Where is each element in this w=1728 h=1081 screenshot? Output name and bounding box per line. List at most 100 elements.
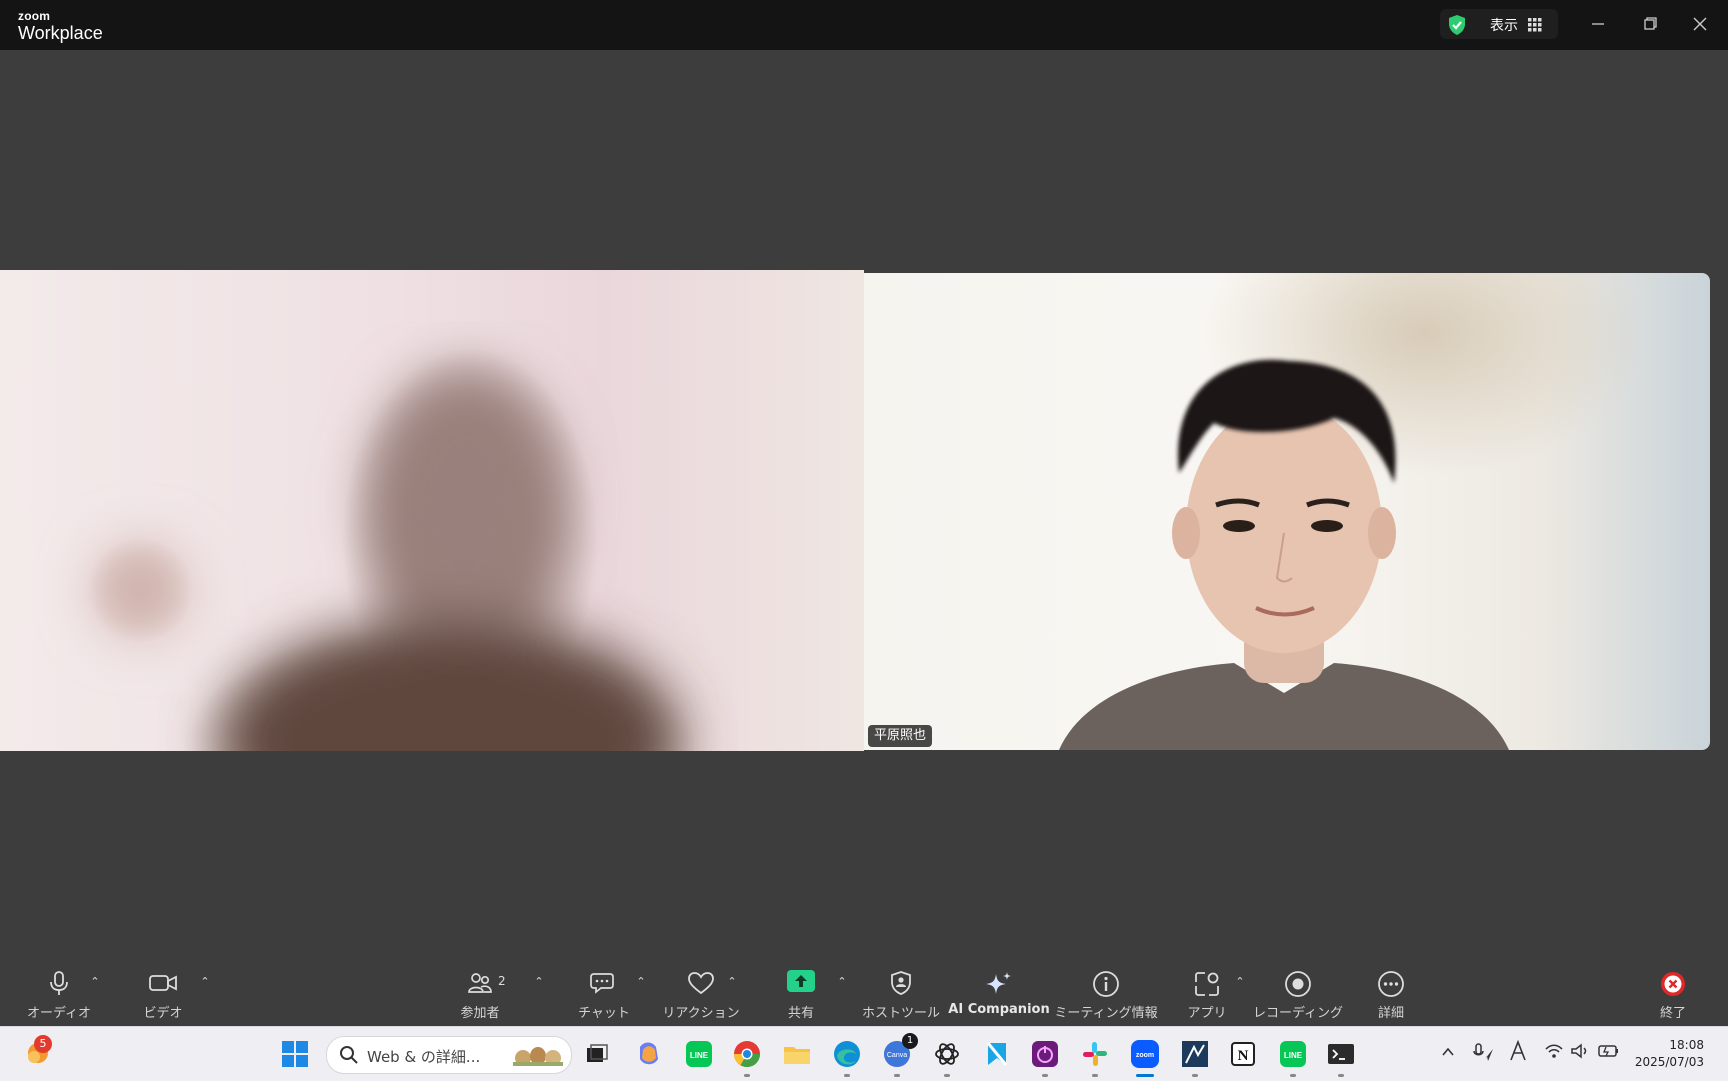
audio-options-chevron-icon[interactable]: ⌃: [88, 976, 102, 988]
taskbar-search-box[interactable]: Web & の詳細...: [326, 1036, 572, 1074]
meeting-info-label: ミーティング情報: [1054, 1006, 1158, 1021]
battery-icon[interactable]: [1598, 1043, 1620, 1063]
minimize-button[interactable]: [1586, 12, 1610, 36]
recording-button[interactable]: レコーディング: [1253, 962, 1343, 1026]
tray-overflow-chevron-icon[interactable]: [1440, 1044, 1456, 1064]
more-button[interactable]: 詳細: [1370, 962, 1412, 1026]
host-tools-button[interactable]: ホストツール: [862, 962, 940, 1026]
svg-text:N: N: [1238, 1048, 1249, 1064]
sparkle-icon: [985, 970, 1013, 1002]
search-icon: [339, 1045, 359, 1069]
participant-video-left[interactable]: [0, 270, 864, 751]
video-button[interactable]: ビデオ: [136, 962, 190, 1026]
reactions-label: リアクション: [662, 1006, 740, 1021]
windows-taskbar: 5 Web & の詳細... LINE Canva 1 zoom N LINE …: [0, 1026, 1728, 1081]
copilot-icon[interactable]: [634, 1039, 664, 1069]
participants-options-chevron-icon[interactable]: ⌃: [532, 976, 546, 988]
meeting-info-button[interactable]: ミーティング情報: [1054, 962, 1158, 1026]
host-tools-label: ホストツール: [861, 1006, 941, 1021]
view-label: 表示: [1490, 18, 1518, 34]
line-app-icon-2[interactable]: LINE: [1278, 1039, 1308, 1077]
zoom-taskbar-icon[interactable]: zoom: [1130, 1039, 1160, 1077]
bookmark-app-icon[interactable]: [982, 1039, 1012, 1069]
drawing-app-icon[interactable]: [1180, 1039, 1210, 1077]
video-camera-icon: [148, 970, 178, 1000]
end-label: 終了: [1659, 1006, 1687, 1021]
info-icon: [1092, 970, 1120, 1002]
meeting-toolbar: オーディオ ⌃ ビデオ ⌃ 参加者 2 ⌃ チャット ⌃ リアクション ⌃ 共有…: [0, 962, 1728, 1026]
participants-icon: [467, 970, 493, 1000]
apps-label: アプリ: [1187, 1006, 1227, 1021]
chrome-icon[interactable]: [732, 1039, 762, 1077]
ai-companion-label: AI Companion: [948, 1002, 1050, 1017]
widget-notification-badge: 5: [34, 1035, 52, 1053]
audio-button[interactable]: オーディオ: [26, 962, 92, 1026]
windows-start-icon[interactable]: [280, 1039, 310, 1069]
grid-view-icon: [1528, 17, 1542, 36]
svg-text:zoom: zoom: [1136, 1052, 1154, 1059]
power-app-icon[interactable]: [1030, 1039, 1060, 1077]
view-button[interactable]: 表示: [1440, 9, 1558, 39]
logo-zoom-text: zoom: [18, 9, 51, 23]
participants-count: 2: [498, 974, 506, 988]
encryption-shield-icon[interactable]: [1446, 14, 1468, 40]
host-tools-shield-icon: [889, 970, 913, 1000]
clock-time: 18:08: [1669, 1038, 1704, 1052]
share-options-chevron-icon[interactable]: ⌃: [835, 976, 849, 988]
recording-label: レコーディング: [1252, 1006, 1344, 1021]
audio-label: オーディオ: [26, 1006, 92, 1021]
svg-text:Canva: Canva: [887, 1052, 907, 1059]
video-options-chevron-icon[interactable]: ⌃: [198, 976, 212, 988]
ai-companion-button[interactable]: AI Companion: [948, 962, 1050, 1026]
task-view-icon[interactable]: [582, 1039, 612, 1069]
volume-icon[interactable]: [1570, 1042, 1590, 1064]
chat-options-chevron-icon[interactable]: ⌃: [634, 976, 648, 988]
apps-options-chevron-icon[interactable]: ⌃: [1233, 976, 1247, 988]
end-close-icon: [1659, 970, 1687, 1002]
participant-name-tag: 平原照也: [868, 725, 933, 747]
notion-icon[interactable]: N: [1228, 1039, 1258, 1069]
search-placeholder: Web & の詳細...: [367, 1048, 481, 1066]
share-label: 共有: [787, 1006, 815, 1021]
more-label: 詳細: [1377, 1006, 1405, 1021]
participants-label: 参加者: [460, 1006, 500, 1021]
logo-workplace-text: Workplace: [18, 23, 103, 43]
blurred-participant-image: [95, 370, 680, 751]
end-meeting-button[interactable]: 終了: [1652, 962, 1694, 1026]
chat-label: チャット: [578, 1006, 630, 1021]
heart-icon: [687, 970, 715, 1000]
canva-icon[interactable]: Canva 1: [882, 1033, 918, 1077]
share-button[interactable]: 共有: [780, 962, 822, 1026]
canva-badge: 1: [902, 1033, 918, 1049]
terminal-icon[interactable]: [1326, 1039, 1356, 1077]
input-method-icon[interactable]: [1508, 1039, 1528, 1066]
file-explorer-icon[interactable]: [782, 1039, 812, 1069]
apps-button[interactable]: アプリ: [1186, 962, 1228, 1026]
share-screen-icon: [787, 970, 815, 998]
svg-text:LINE: LINE: [690, 1051, 709, 1060]
participants-button[interactable]: 参加者: [452, 962, 508, 1026]
chat-icon: [590, 970, 618, 1000]
title-bar: zoom Workplace 表示: [0, 0, 1728, 50]
edge-icon[interactable]: [832, 1039, 862, 1077]
reactions-button[interactable]: リアクション: [662, 962, 740, 1026]
participant-video-right[interactable]: [864, 273, 1710, 750]
chatgpt-icon[interactable]: [932, 1039, 962, 1077]
close-button[interactable]: [1688, 12, 1712, 36]
video-label: ビデオ: [143, 1006, 183, 1021]
zoom-workplace-logo: zoom Workplace: [18, 10, 103, 42]
apps-icon: [1193, 970, 1221, 1002]
restore-button[interactable]: [1638, 12, 1662, 36]
chat-button[interactable]: チャット: [578, 962, 630, 1026]
more-dots-icon: [1377, 970, 1405, 1002]
record-icon: [1284, 970, 1312, 1002]
microphone-icon: [46, 970, 72, 1000]
slack-icon[interactable]: [1080, 1039, 1110, 1077]
reactions-options-chevron-icon[interactable]: ⌃: [725, 976, 739, 988]
svg-text:LINE: LINE: [1284, 1051, 1303, 1060]
wifi-icon[interactable]: [1544, 1042, 1564, 1064]
search-highlight-icon: [511, 1042, 565, 1072]
system-clock[interactable]: 18:08 2025/07/03: [1635, 1037, 1704, 1071]
line-app-icon[interactable]: LINE: [684, 1039, 714, 1069]
mic-location-tray-icon[interactable]: [1472, 1041, 1494, 1067]
